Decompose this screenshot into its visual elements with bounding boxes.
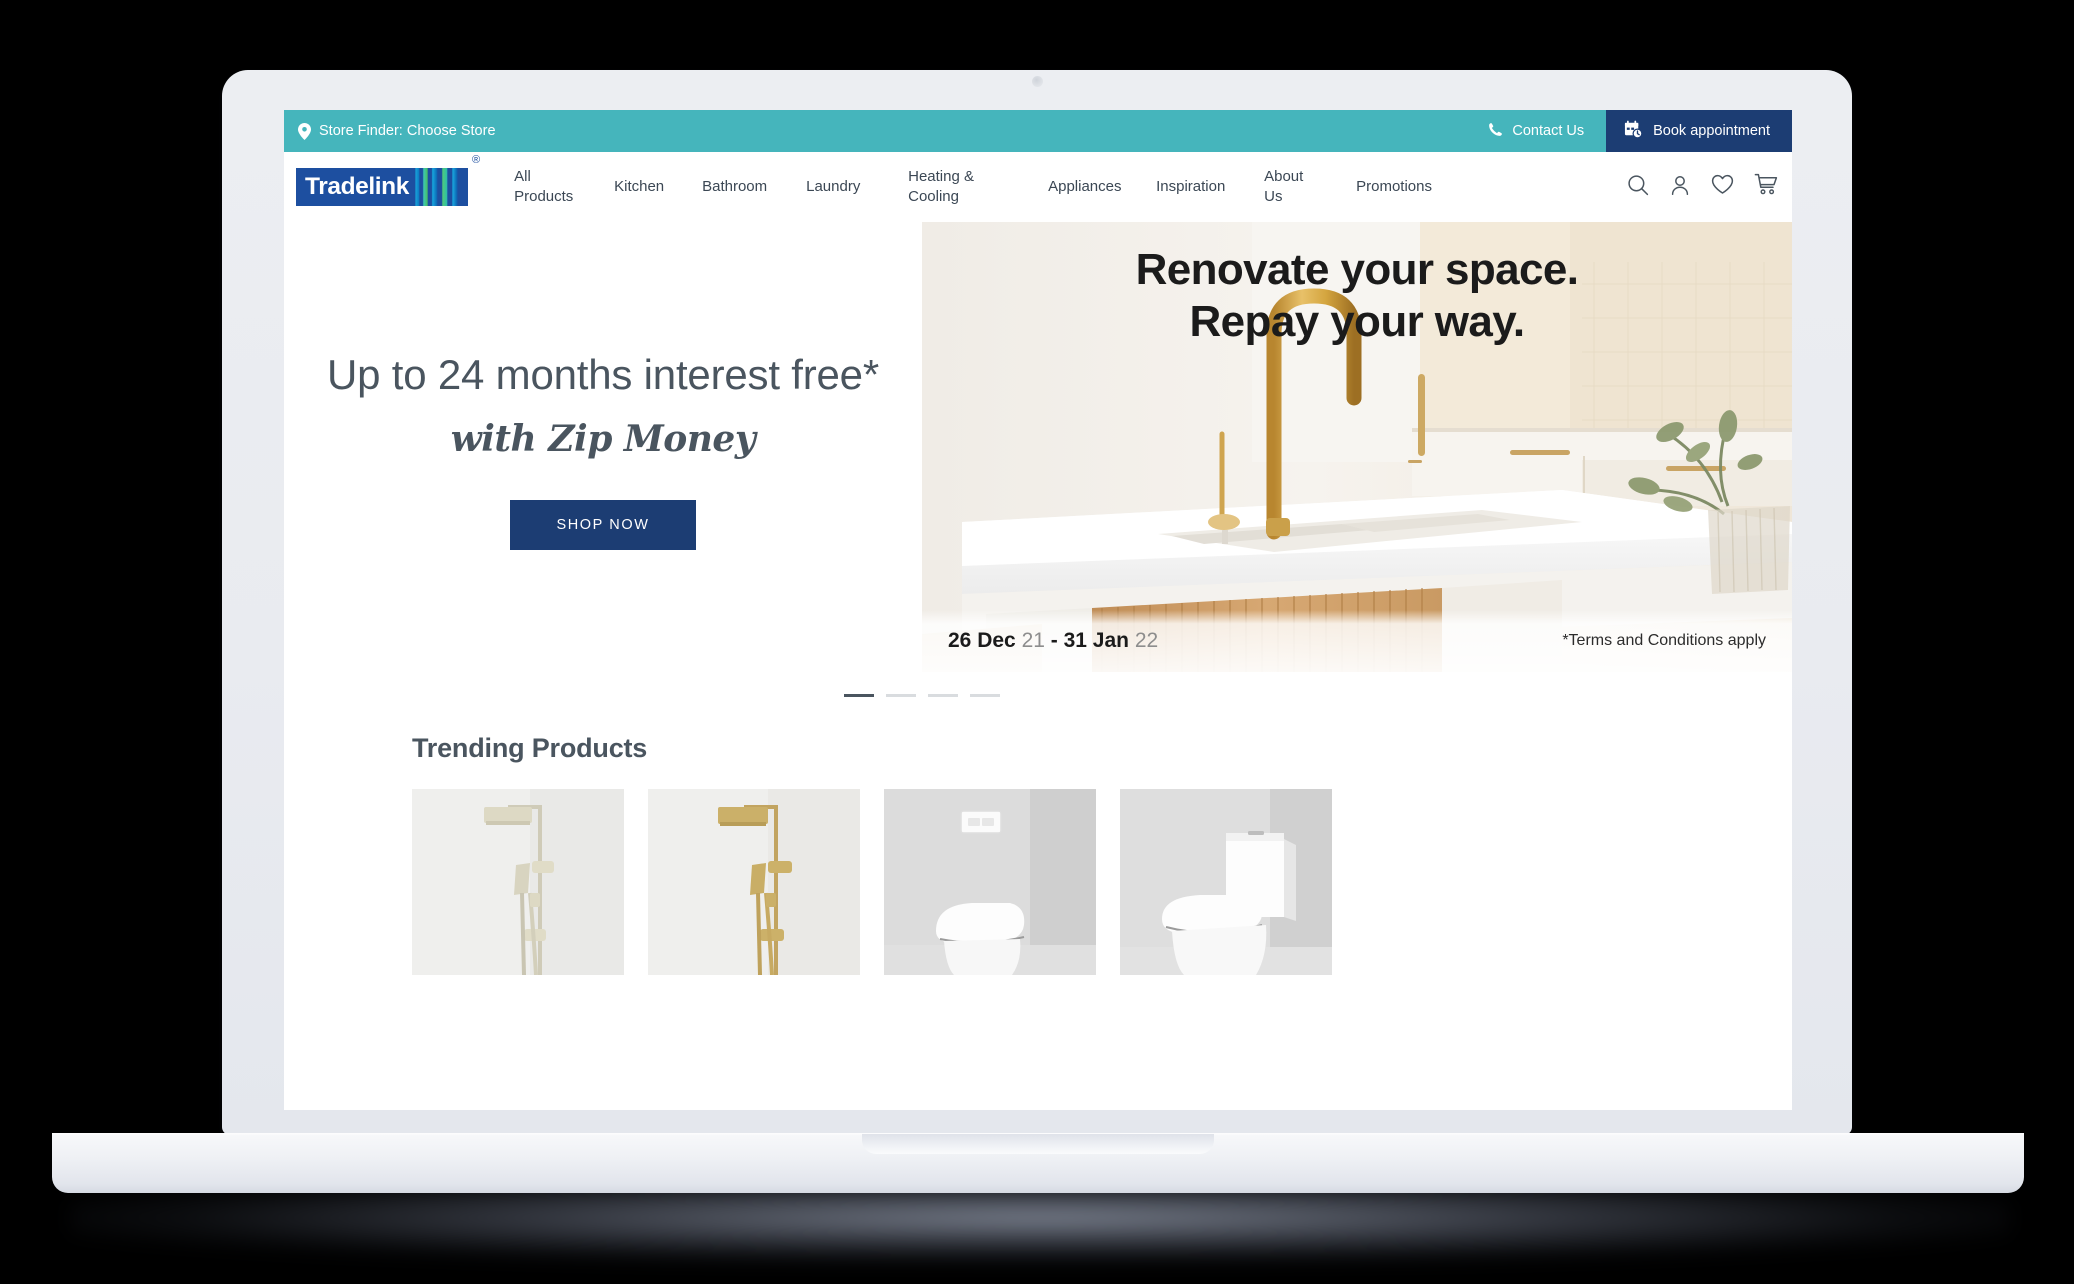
utility-bar-right: Contact Us Book appointment — [1466, 110, 1792, 152]
carousel-dot-3[interactable] — [928, 694, 958, 697]
trending-products-grid — [412, 789, 1792, 975]
carousel-dot-2[interactable] — [886, 694, 916, 697]
contact-us-label: Contact Us — [1512, 123, 1585, 139]
shower-rail-chrome-image — [412, 789, 624, 975]
banner-terms-text: *Terms and Conditions apply — [1562, 632, 1766, 649]
wishlist-heart-icon[interactable] — [1711, 174, 1734, 200]
hero-headline: Up to 24 months interest free* — [327, 351, 879, 399]
nav-item-all-products[interactable]: All Products — [510, 167, 610, 208]
banner-date-separator: - — [1050, 629, 1058, 652]
hero-banner-slide[interactable]: Renovate your space. Repay your way. 26 … — [922, 222, 1792, 672]
camera-dot-icon — [1032, 76, 1043, 87]
hero-promo-panel: Up to 24 months interest free* with Zip … — [284, 222, 922, 672]
main-navigation: Tradelink ® All Products Kitchen Bathroo… — [284, 152, 1792, 222]
laptop-base-notch — [862, 1134, 1214, 1154]
nav-item-bathroom[interactable]: Bathroom — [698, 177, 802, 197]
store-finder-label: Store Finder: Choose Store — [319, 123, 496, 139]
logo-stripes-icon — [412, 168, 468, 206]
calendar-clock-icon — [1624, 120, 1643, 143]
banner-footer: 26 Dec 21 - 31 Jan 22 *Terms and Conditi… — [922, 610, 1792, 672]
book-appointment-button[interactable]: Book appointment — [1606, 110, 1792, 152]
store-finder-link[interactable]: Store Finder: Choose Store — [298, 122, 496, 140]
phone-icon — [1488, 122, 1503, 141]
hero-section: Up to 24 months interest free* with Zip … — [284, 222, 1792, 672]
nav-icon-group — [1627, 173, 1778, 201]
location-pin-icon — [298, 122, 311, 140]
laptop-shadow — [70, 1185, 2010, 1263]
close-coupled-toilet-suite-image — [1120, 789, 1332, 975]
nav-item-heating-cooling[interactable]: Heating & Cooling — [904, 167, 1044, 208]
nav-links: All Products Kitchen Bathroom Laundry He… — [510, 167, 1617, 208]
cart-icon[interactable] — [1754, 173, 1778, 201]
contact-us-link[interactable]: Contact Us — [1466, 110, 1606, 152]
banner-date-end-year: 22 — [1134, 629, 1159, 652]
nav-item-kitchen[interactable]: Kitchen — [610, 177, 698, 197]
trending-products-title: Trending Products — [412, 733, 648, 763]
laptop-mockup: Store Finder: Choose Store Contact Us Bo… — [0, 0, 2074, 1284]
search-icon[interactable] — [1627, 174, 1649, 201]
banner-date-end: 31 Jan — [1063, 629, 1129, 652]
product-card[interactable] — [648, 789, 860, 975]
tradelink-logo[interactable]: Tradelink — [296, 168, 468, 206]
product-card[interactable] — [412, 789, 624, 975]
nav-item-inspiration[interactable]: Inspiration — [1152, 177, 1260, 197]
nav-item-about-us[interactable]: About Us — [1260, 167, 1352, 208]
banner-headline-line1: Renovate your space. — [1135, 245, 1579, 294]
product-card[interactable] — [884, 789, 1096, 975]
shower-rail-brass-image — [648, 789, 860, 975]
nav-item-laundry[interactable]: Laundry — [802, 177, 904, 197]
banner-date-start-year: 21 — [1021, 629, 1045, 652]
banner-headline: Renovate your space. Repay your way. — [922, 244, 1792, 348]
registered-mark: ® — [472, 154, 481, 166]
hero-carousel-indicators — [284, 694, 1792, 697]
carousel-dot-4[interactable] — [970, 694, 1000, 697]
nav-item-promotions[interactable]: Promotions — [1352, 177, 1464, 197]
banner-headline-line2: Repay your way. — [1189, 296, 1526, 346]
shop-now-button[interactable]: SHOP NOW — [510, 499, 696, 550]
hero-subheadline: with Zip Money — [450, 417, 756, 460]
utility-bar: Store Finder: Choose Store Contact Us Bo… — [284, 110, 1792, 152]
browser-viewport: Store Finder: Choose Store Contact Us Bo… — [284, 110, 1792, 1110]
product-card[interactable] — [1120, 789, 1332, 975]
banner-promo-dates: 26 Dec 21 - 31 Jan 22 — [948, 629, 1158, 653]
carousel-dot-1[interactable] — [844, 694, 874, 697]
account-icon[interactable] — [1669, 174, 1691, 201]
wall-faced-toilet-pan-image — [884, 789, 1096, 975]
nav-item-appliances[interactable]: Appliances — [1044, 177, 1152, 197]
banner-date-start: 26 Dec — [948, 629, 1016, 652]
book-appointment-label: Book appointment — [1653, 123, 1770, 139]
brand-wordmark: Tradelink — [305, 173, 409, 200]
